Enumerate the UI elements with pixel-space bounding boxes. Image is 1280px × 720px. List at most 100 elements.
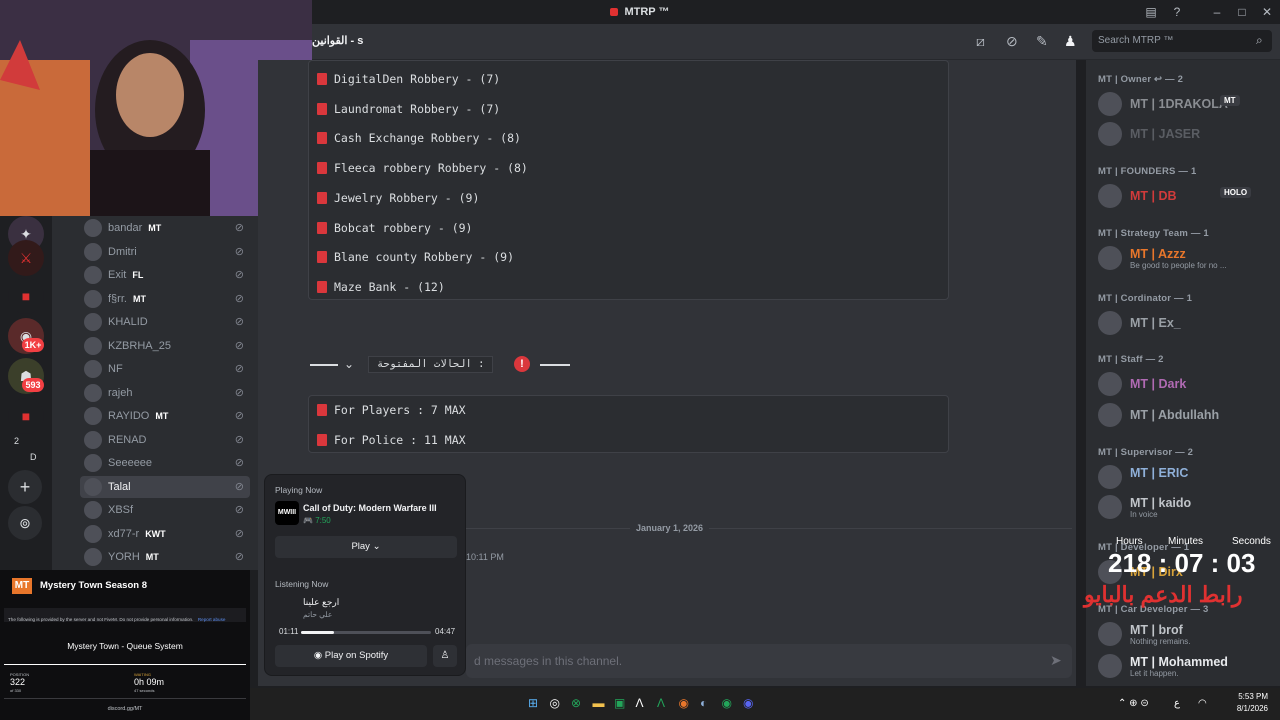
voice-member[interactable]: KHALID ⊘ (80, 311, 250, 333)
server-icon[interactable]: ■ (8, 398, 44, 434)
avatar (84, 266, 102, 284)
member-row[interactable]: MT | kaido In voice (1096, 493, 1274, 521)
threads-icon[interactable]: ⧄ (976, 33, 985, 50)
server-icon[interactable]: ⚔ (8, 240, 44, 276)
voice-member[interactable]: KZBRHA_25 ⊘ (80, 335, 250, 357)
chrome-icon[interactable]: ◉ (679, 696, 689, 710)
muted-mic-icon: ⊘ (234, 551, 244, 563)
member-name: MT | 1DRAKOLA (1130, 97, 1228, 111)
member-name: MT | ERIC (1130, 466, 1189, 480)
song-title: ارجع علينا (303, 597, 340, 607)
voice-member[interactable]: rajeh ⊘ (80, 382, 250, 404)
search-box[interactable]: Search MTRP ™ ⌕ (1092, 30, 1272, 52)
clock-date[interactable]: 8/1/2026 (1232, 704, 1268, 713)
member-row[interactable]: MT | JASER (1096, 120, 1274, 148)
voice-member[interactable]: NF ⊘ (80, 358, 250, 380)
app-icon[interactable]: Λ (657, 696, 665, 710)
discord-link[interactable]: discord.gg/MT (0, 706, 250, 712)
queue-divider (4, 698, 246, 699)
discord-icon[interactable]: ◉ (743, 696, 753, 710)
language-indicator[interactable]: ع (1174, 698, 1180, 709)
app-logo-icon (610, 8, 619, 16)
voice-member[interactable]: bandar MT ⊘ (80, 217, 250, 239)
avatar (84, 430, 102, 449)
member-category: MT | Strategy Team — 1 (1098, 228, 1209, 239)
avatar (1098, 311, 1122, 335)
pin-icon[interactable]: ✎ (1036, 33, 1048, 50)
muted-mic-icon: ⊘ (234, 339, 244, 352)
mute-icon[interactable]: ⊘ (1006, 33, 1018, 50)
member-row[interactable]: MT | DB HOLO (1096, 182, 1274, 210)
windows-start-icon[interactable]: ⊞ (528, 696, 538, 710)
voice-member[interactable]: Seeeeee ⊘ (80, 452, 250, 474)
voice-member[interactable]: f§rr. MT ⊘ (80, 288, 250, 310)
avatar (1098, 495, 1122, 519)
open-cases-codeblock: For Players : 7 MAX For Police : 11 MAX (308, 395, 949, 453)
red-dice-icon (317, 132, 327, 145)
voice-member[interactable]: XBSf ⊘ (80, 499, 250, 521)
voice-member[interactable]: Exit FL ⊘ (80, 264, 250, 286)
muted-mic-icon: ⊘ (234, 433, 244, 446)
file-explorer-icon[interactable]: ▬ (593, 696, 605, 710)
robbery-item: Blane county Robbery - (9) (317, 247, 514, 267)
song-progress[interactable] (301, 631, 431, 634)
robbery-item: Jewelry Robbery - (9) (317, 188, 479, 208)
seconds-label: Seconds (1232, 536, 1271, 547)
member-name: xd77-r (108, 527, 140, 540)
member-name: MT | Abdullahh (1130, 408, 1220, 422)
voice-member[interactable]: Talal ⊘ (80, 475, 250, 498)
steam-icon[interactable]: ◐ (700, 696, 707, 710)
member-row[interactable]: MT | brof Nothing remains. (1096, 620, 1274, 648)
play-button[interactable]: Play ⌄ (275, 536, 457, 558)
app-icon[interactable]: Λ (636, 696, 644, 710)
xbox-icon[interactable]: ⊗ (571, 696, 581, 710)
voice-member[interactable]: Dmitri ⊘ (80, 241, 250, 263)
report-abuse-link[interactable]: Report abuse (198, 617, 226, 622)
member-list-icon[interactable]: ♟ (1064, 33, 1077, 50)
play-on-spotify-button[interactable]: ◉ Play on Spotify (275, 645, 427, 667)
add-friend-icon[interactable]: ♙ (433, 645, 457, 667)
case-limit-item: For Players : 7 MAX (317, 400, 466, 420)
member-name: NF (108, 363, 123, 375)
member-name: KHALID (108, 316, 148, 328)
voice-member[interactable]: RAYIDO MT ⊘ (80, 405, 250, 427)
search-icon[interactable]: ⌕ (1256, 33, 1263, 48)
controller-icon: 🎮 (303, 516, 316, 525)
member-name: MT | JASER (1130, 127, 1201, 141)
member-row[interactable]: MT | Dark (1096, 370, 1274, 398)
member-row[interactable]: MT | 1DRAKOLA MT (1096, 90, 1274, 118)
member-row[interactable]: MT | Azzz Be good to people for no ... (1096, 244, 1274, 272)
member-row[interactable]: MT | Mohammed Let it happen. (1096, 652, 1274, 680)
member-row[interactable]: MT | ERIC (1096, 463, 1274, 491)
member-name: f§rr. (108, 292, 127, 305)
spotify-icon[interactable]: ◉ (722, 696, 732, 710)
server-icon[interactable]: ■ (8, 278, 44, 314)
folder-label: D (30, 452, 37, 462)
voice-member[interactable]: YORH MT ⊘ (80, 546, 250, 568)
elapsed-time: 01:11 (279, 627, 299, 636)
voice-member[interactable]: RENAD ⊘ (80, 429, 250, 451)
send-icon[interactable]: ➤ (1050, 652, 1062, 669)
explore-icon[interactable]: ⊚ (8, 506, 42, 540)
copilot-icon[interactable]: ◎ (550, 696, 560, 710)
robbery-codeblock: DigitalDen Robbery - (7) Laundromat Robbe… (308, 60, 949, 300)
wifi-icon[interactable]: ◠ (1198, 698, 1207, 709)
close-button[interactable]: ✕ (1252, 0, 1280, 24)
help-icon[interactable]: ? (1162, 0, 1192, 24)
red-dice-icon (317, 221, 327, 234)
tray-icons[interactable]: ⌃ ⊕ ⊝ (1118, 698, 1149, 709)
member-tag: HOLO (1220, 187, 1252, 198)
red-dice-icon (317, 191, 327, 204)
excel-icon[interactable]: ▣ (614, 696, 625, 710)
voice-member[interactable]: xd77-r KWT ⊘ (80, 523, 250, 545)
member-row[interactable]: MT | Abdullahh (1096, 401, 1274, 429)
add-server-icon[interactable]: + (8, 470, 42, 504)
muted-mic-icon: ⊘ (234, 504, 244, 516)
member-row[interactable]: MT | Ex_ (1096, 309, 1274, 337)
waiting-time: 0h 09m (134, 677, 165, 687)
clock-time[interactable]: 5:53 PM (1232, 692, 1268, 701)
open-cases-header: ⌄ الحالات المفتوحة : ! (310, 356, 572, 374)
queue-overlay: MT Mystery Town Season 8 The following i… (0, 570, 250, 720)
avatar (84, 477, 102, 496)
message-input[interactable]: d messages in this channel. ➤ (466, 644, 1072, 678)
